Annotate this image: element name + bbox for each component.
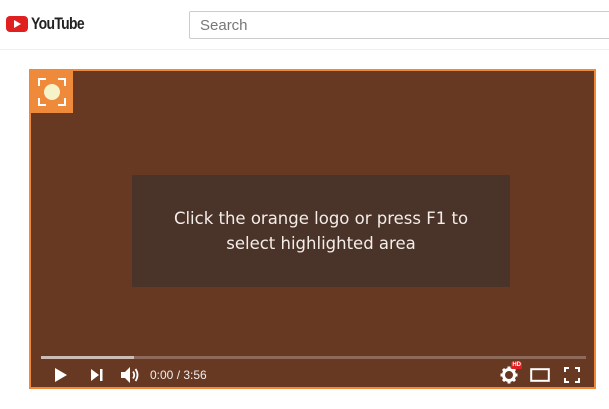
fullscreen-button[interactable] (561, 363, 583, 387)
hd-badge: HD (511, 362, 522, 369)
volume-button[interactable] (119, 363, 141, 387)
instruction-text: Click the orange logo or press F1 to sel… (173, 209, 469, 253)
progress-bar[interactable] (41, 356, 586, 359)
fullscreen-icon (564, 367, 580, 383)
youtube-logo[interactable]: YouTube (6, 14, 96, 34)
logo-text: YouTube (31, 14, 85, 33)
next-button[interactable] (87, 363, 107, 387)
video-player[interactable]: Click the orange logo or press F1 to sel… (29, 69, 596, 389)
theater-mode-icon (530, 368, 550, 382)
search-input[interactable] (200, 16, 609, 34)
skip-next-icon (91, 369, 103, 381)
progress-loaded (41, 356, 134, 359)
instruction-overlay: Click the orange logo or press F1 to sel… (132, 175, 510, 287)
play-icon (55, 368, 67, 382)
youtube-play-icon (6, 16, 28, 32)
player-controls: 0:00 / 3:56 HD (31, 362, 594, 389)
search-box[interactable] (189, 11, 609, 39)
theater-mode-button[interactable] (528, 363, 552, 387)
time-display: 0:00 / 3:56 (150, 368, 207, 382)
volume-icon (121, 367, 139, 383)
play-button[interactable] (51, 363, 71, 387)
screen-selector-icon[interactable] (31, 71, 73, 113)
top-bar: YouTube (0, 0, 609, 50)
settings-button[interactable]: HD (497, 362, 522, 387)
